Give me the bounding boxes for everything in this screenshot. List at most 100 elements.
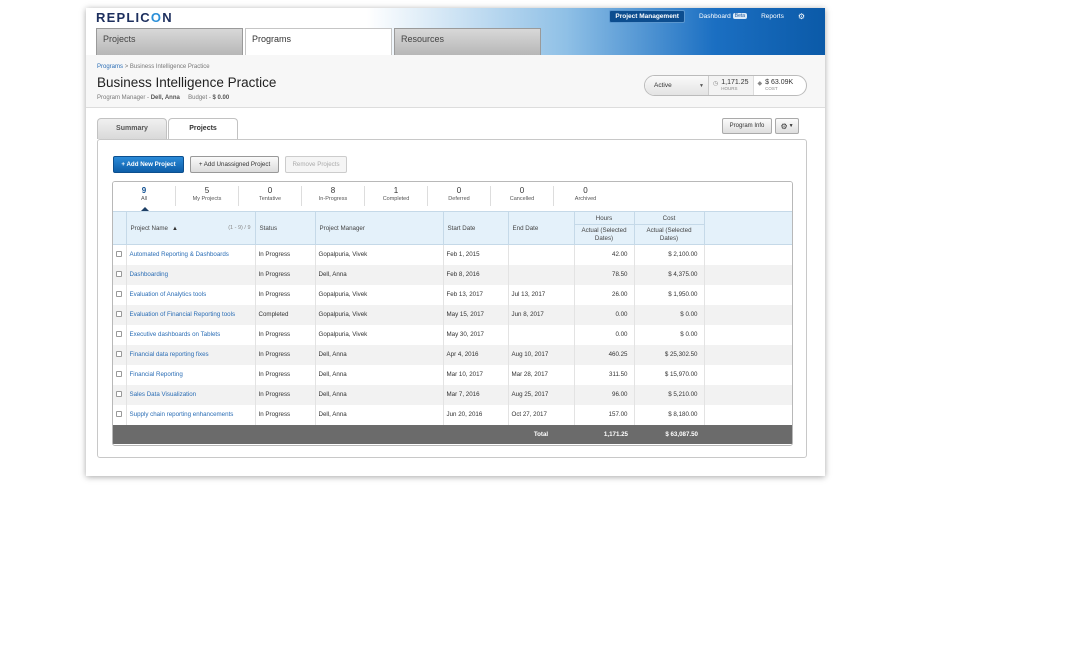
- project-link[interactable]: Dashboarding: [130, 271, 169, 278]
- main-tabs: Projects Programs Resources: [96, 28, 543, 56]
- program-budget: $ 0.00: [212, 95, 230, 101]
- project-manager: Dell, Anna: [315, 384, 444, 405]
- project-status: In Progress: [255, 264, 316, 285]
- col-cost-actual[interactable]: Actual (Selected Dates): [634, 224, 705, 245]
- project-status: In Progress: [255, 244, 316, 265]
- project-link[interactable]: Supply chain reporting enhancements: [130, 411, 234, 418]
- col-start-date[interactable]: Start Date: [443, 211, 509, 245]
- col-status[interactable]: Status: [255, 211, 316, 245]
- cost-actual: $ 25,302.50: [634, 344, 705, 365]
- project-link[interactable]: Evaluation of Analytics tools: [130, 291, 207, 298]
- tab-projects[interactable]: Projects: [96, 28, 243, 55]
- project-link[interactable]: Evaluation of Financial Reporting tools: [130, 311, 236, 318]
- hours-actual: 78.50: [574, 264, 635, 285]
- clock-icon: ◷: [713, 81, 719, 87]
- project-manager: Gopalpuria, Vivek: [315, 244, 444, 265]
- select-all-header: [113, 211, 127, 245]
- row-checkbox[interactable]: [116, 370, 123, 377]
- cost-actual: $ 0.00: [634, 324, 705, 345]
- nav-reports[interactable]: Reports: [761, 13, 784, 20]
- hours-actual: 0.00: [574, 324, 635, 345]
- table-row: Automated Reporting & Dashboards In Progr…: [113, 244, 792, 265]
- row-checkbox[interactable]: [116, 270, 123, 277]
- start-date: Mar 10, 2017: [443, 364, 509, 385]
- beta-badge: Beta: [732, 13, 748, 19]
- program-manager: Dell, Anna: [150, 95, 180, 101]
- end-date: Aug 10, 2017: [508, 344, 575, 365]
- tab-resources[interactable]: Resources: [394, 28, 541, 55]
- filter-in-progress[interactable]: 8 In-Progress: [302, 186, 365, 206]
- col-hours-actual[interactable]: Actual (Selected Dates): [574, 224, 635, 245]
- row-checkbox[interactable]: [116, 290, 123, 297]
- filter-completed[interactable]: 1 Completed: [365, 186, 428, 206]
- project-manager: Dell, Anna: [315, 404, 444, 425]
- tab-projects-list[interactable]: Projects: [168, 118, 238, 140]
- hours-actual: 460.25: [574, 344, 635, 365]
- start-date: Feb 8, 2016: [443, 264, 509, 285]
- project-link[interactable]: Sales Data Visualization: [130, 391, 197, 398]
- top-header: REPLICON Project Management Dashboard Bet…: [86, 8, 825, 56]
- project-link[interactable]: Financial Reporting: [130, 371, 183, 378]
- row-checkbox[interactable]: [116, 310, 123, 317]
- filter-my-projects[interactable]: 5 My Projects: [176, 186, 239, 206]
- end-date: Jul 13, 2017: [508, 284, 575, 305]
- col-cost-group: Cost: [634, 211, 705, 225]
- add-unassigned-project-button[interactable]: + Add Unassigned Project: [190, 156, 279, 173]
- breadcrumb-current: Business Intelligence Practice: [129, 64, 210, 70]
- nav-project-management[interactable]: Project Management: [609, 9, 685, 23]
- filter-cancelled[interactable]: 0 Cancelled: [491, 186, 554, 206]
- hours-actual: 96.00: [574, 384, 635, 405]
- remove-projects-button[interactable]: Remove Projects: [285, 156, 347, 173]
- table-row: Evaluation of Analytics tools In Progress…: [113, 284, 792, 305]
- app-window: REPLICON Project Management Dashboard Bet…: [86, 8, 825, 476]
- row-checkbox[interactable]: [116, 390, 123, 397]
- replicon-logo[interactable]: REPLICON: [96, 10, 173, 25]
- nav-dashboard[interactable]: Dashboard Beta: [699, 13, 748, 20]
- status-filters: 9 All 5 My Projects 0 Tentative 8 In-Progres…: [113, 182, 792, 211]
- filter-tentative[interactable]: 0 Tentative: [239, 186, 302, 206]
- settings-menu-button[interactable]: ⚙ ▼: [775, 118, 799, 134]
- cost-actual: $ 0.00: [634, 304, 705, 325]
- row-checkbox[interactable]: [116, 330, 123, 337]
- money-bag-icon: ◆: [757, 81, 763, 87]
- end-date: [508, 244, 575, 265]
- row-checkbox[interactable]: [116, 410, 123, 417]
- row-checkbox-cell: [113, 244, 127, 265]
- row-checkbox-cell: [113, 404, 127, 425]
- breadcrumb-programs-link[interactable]: Programs: [97, 64, 123, 70]
- sort-asc-icon: ▲: [171, 225, 178, 232]
- project-manager: Gopalpuria, Vivek: [315, 284, 444, 305]
- project-link[interactable]: Automated Reporting & Dashboards: [130, 251, 229, 258]
- end-date: Mar 28, 2017: [508, 364, 575, 385]
- row-checkbox[interactable]: [116, 350, 123, 357]
- tab-programs[interactable]: Programs: [245, 28, 392, 56]
- table-row: Executive dashboards on Tablets In Progre…: [113, 324, 792, 345]
- col-end-date[interactable]: End Date: [508, 211, 575, 245]
- project-link[interactable]: Financial data reporting fixes: [130, 351, 209, 358]
- col-project-manager[interactable]: Project Manager: [315, 211, 444, 245]
- project-status: In Progress: [255, 284, 316, 305]
- cost-actual: $ 2,100.00: [634, 244, 705, 265]
- project-manager: Gopalpuria, Vivek: [315, 304, 444, 325]
- filter-archived[interactable]: 0 Archived: [554, 186, 617, 206]
- row-checkbox[interactable]: [116, 250, 123, 257]
- end-date: [508, 324, 575, 345]
- hours-actual: 311.50: [574, 364, 635, 385]
- row-checkbox-cell: [113, 364, 127, 385]
- filler-cell: [704, 245, 792, 265]
- sub-tabs: Summary Projects: [97, 118, 239, 140]
- tab-summary[interactable]: Summary: [97, 118, 167, 139]
- breadcrumb: Programs > Business Intelligence Practic…: [97, 64, 210, 70]
- project-status: In Progress: [255, 384, 316, 405]
- status-dropdown[interactable]: Active ▼: [645, 76, 709, 95]
- program-info-button[interactable]: Program Info: [722, 118, 772, 134]
- filter-deferred[interactable]: 0 Deferred: [428, 186, 491, 206]
- project-link[interactable]: Executive dashboards on Tablets: [130, 331, 221, 338]
- filler-cell: [704, 384, 792, 405]
- col-project-name[interactable]: Project Name ▲ (1 - 9) / 9: [126, 211, 256, 245]
- filter-all[interactable]: 9 All: [113, 186, 176, 211]
- add-new-project-button[interactable]: + Add New Project: [113, 156, 184, 173]
- cost-actual: $ 4,375.00: [634, 264, 705, 285]
- start-date: May 30, 2017: [443, 324, 509, 345]
- gear-icon[interactable]: ⚙: [798, 12, 805, 21]
